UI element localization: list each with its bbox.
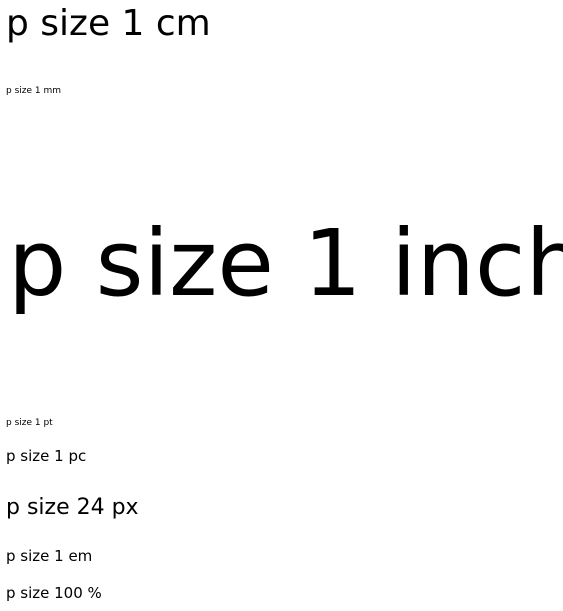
paragraph-size-1mm: p size 1 mm — [6, 86, 62, 96]
paragraph-size-1em: p size 1 em — [6, 547, 93, 565]
paragraph-size-1pt: p size 1 pt — [6, 418, 53, 428]
paragraph-size-1inch: p size 1 inch — [8, 210, 563, 317]
paragraph-size-24px: p size 24 px — [6, 495, 139, 520]
paragraph-size-100percent: p size 100 % — [6, 584, 102, 602]
paragraph-size-1cm: p size 1 cm — [6, 3, 211, 44]
paragraph-size-1pc: p size 1 pc — [6, 447, 87, 465]
